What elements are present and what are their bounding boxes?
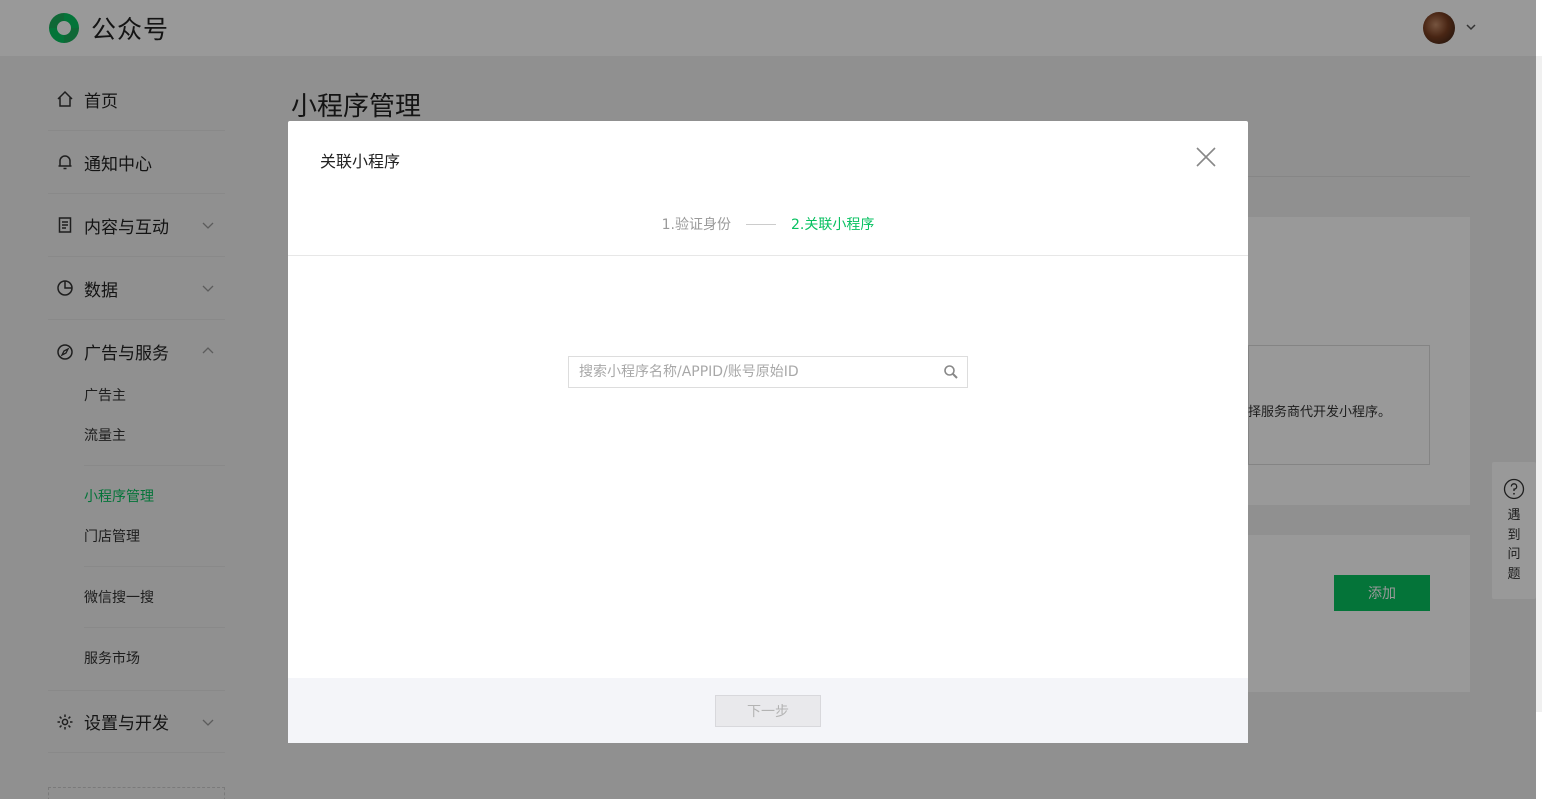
page-edge <box>1536 712 1542 799</box>
step-connector <box>746 223 776 225</box>
link-miniprogram-dialog: 关联小程序 1.验证身份 2.关联小程序 下一步 <box>288 121 1248 743</box>
dialog-title: 关联小程序 <box>320 152 401 171</box>
search-icon[interactable] <box>943 364 959 380</box>
search-input[interactable] <box>569 357 929 387</box>
step-indicator: 1.验证身份 2.关联小程序 <box>288 213 1248 235</box>
divider <box>288 255 1248 256</box>
step-verify-identity: 1.验证身份 <box>661 217 731 233</box>
next-step-button[interactable]: 下一步 <box>715 695 821 727</box>
close-icon[interactable] <box>1194 145 1218 169</box>
dialog-footer: 下一步 <box>288 678 1248 743</box>
step-link-miniprogram: 2.关联小程序 <box>791 217 875 233</box>
search-box <box>568 356 968 388</box>
